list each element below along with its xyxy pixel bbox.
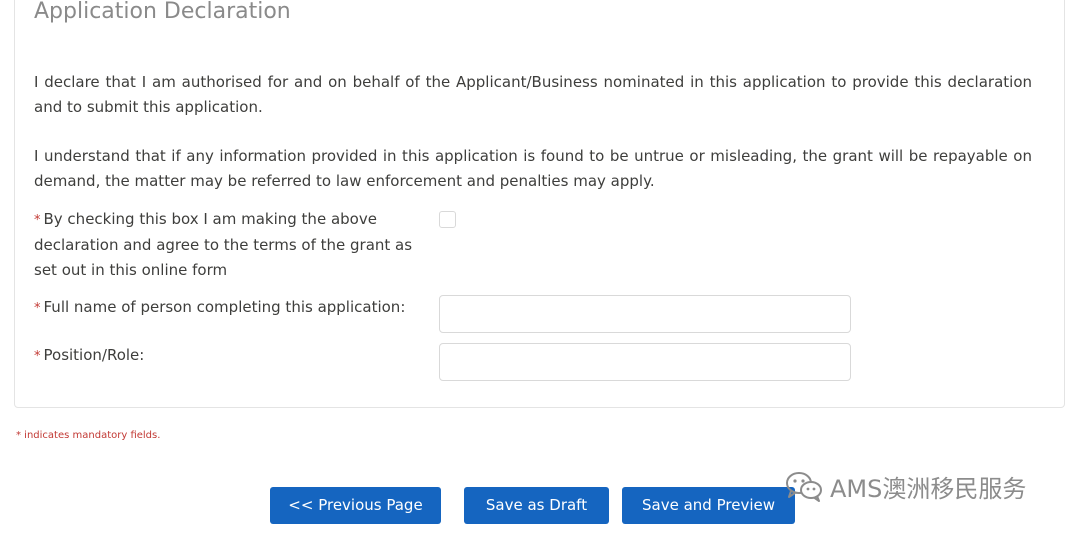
declaration-paragraph-1: I declare that I am authorised for and o… [34, 73, 1032, 116]
full-name-input[interactable] [439, 295, 851, 333]
full-name-label-text: Full name of person completing this appl… [43, 298, 406, 316]
position-role-input[interactable] [439, 343, 851, 381]
wechat-icon [786, 472, 822, 502]
declaration-paragraph-2: I understand that if any information pro… [34, 147, 1032, 190]
full-name-label: * Full name of person completing this app… [34, 295, 405, 321]
section-title: Application Declaration [34, 0, 291, 24]
required-marker: * [34, 349, 41, 364]
save-and-preview-button[interactable]: Save and Preview [622, 487, 795, 524]
watermark: AMS澳洲移民服务 [784, 468, 1026, 504]
save-as-draft-button[interactable]: Save as Draft [464, 487, 609, 524]
required-marker: * [34, 213, 41, 228]
position-role-label: * Position/Role: [34, 343, 144, 369]
declaration-card: Application Declaration I declare that I… [14, 0, 1065, 408]
previous-page-button[interactable]: << Previous Page [270, 487, 441, 524]
mandatory-fields-note: * indicates mandatory fields. [16, 430, 161, 441]
declaration-page: Application Declaration I declare that I… [0, 0, 1080, 533]
agree-checkbox[interactable] [439, 211, 456, 228]
required-marker: * [34, 301, 41, 316]
agree-checkbox-label-text: By checking this box I am making the abo… [34, 210, 413, 279]
watermark-text: AMS澳洲移民服务 [830, 474, 1027, 503]
position-role-label-text: Position/Role: [43, 346, 145, 364]
agree-checkbox-label[interactable]: * By checking this box I am making the ab… [34, 207, 429, 283]
